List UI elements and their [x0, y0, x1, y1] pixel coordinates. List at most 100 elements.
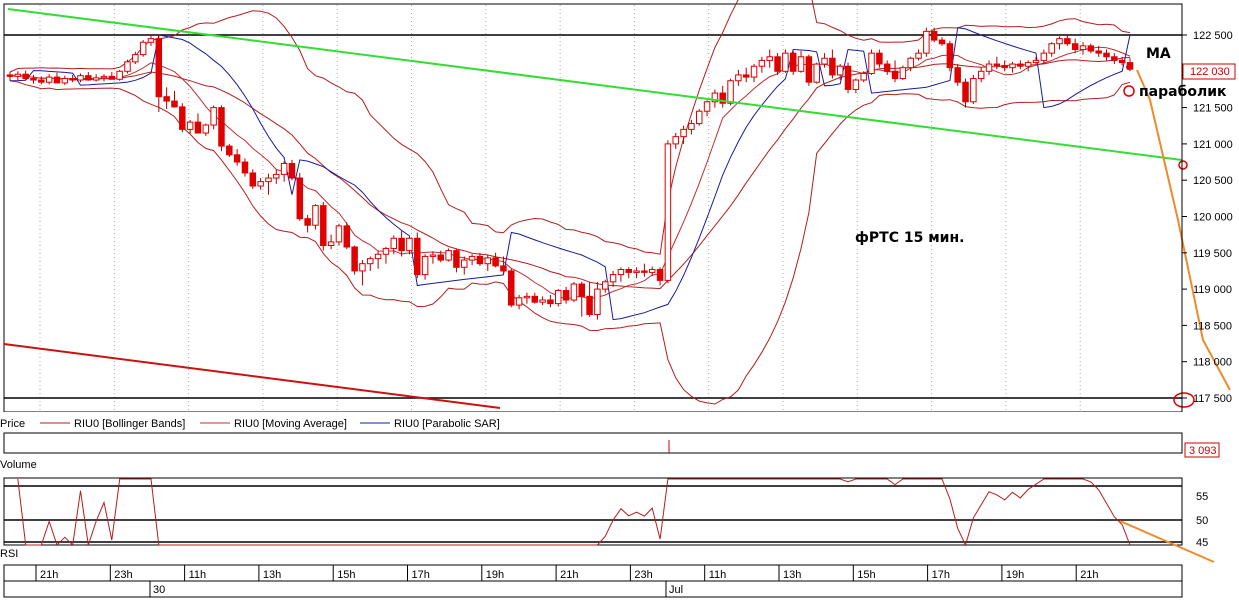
candle-body — [829, 57, 836, 76]
time-tick-label: 17h — [932, 569, 950, 581]
candle-body — [210, 107, 217, 126]
candle-body — [954, 67, 961, 83]
candle — [218, 105, 225, 152]
candle-body — [108, 75, 116, 80]
candle — [789, 50, 797, 75]
candle-body — [61, 78, 69, 84]
candle-body — [38, 79, 45, 83]
candle-body — [735, 74, 742, 82]
candle-body — [578, 283, 585, 297]
candle-body — [273, 173, 280, 179]
candle — [414, 232, 421, 279]
candle-body — [1024, 62, 1032, 67]
candle-body — [821, 57, 828, 65]
candle-body — [852, 79, 860, 90]
candle-body — [672, 136, 679, 145]
candle-body — [930, 30, 938, 41]
volume-value: 3 093 — [1189, 445, 1217, 457]
candle-body — [359, 263, 366, 272]
candle-body — [977, 70, 985, 80]
candle-body — [641, 270, 648, 273]
candle-body — [844, 65, 852, 90]
candle-body — [915, 52, 922, 59]
candle-body — [421, 255, 429, 276]
candle — [774, 53, 781, 75]
time-tick-label: 11h — [189, 569, 207, 581]
candle-body — [625, 268, 632, 273]
ma-label: MA — [1146, 46, 1171, 62]
chart-title: фРТС 15 мин. — [855, 230, 964, 246]
time-tick-label: 21h — [1080, 569, 1098, 581]
candle — [508, 268, 515, 308]
candle — [570, 281, 578, 303]
candle — [664, 140, 672, 284]
candle — [695, 109, 703, 126]
candle — [923, 27, 930, 57]
time-tick-label: 23h — [114, 569, 132, 581]
time-tick-label: 21h — [560, 569, 578, 581]
candle-body — [335, 225, 343, 243]
time-tick-label: 13h — [783, 569, 801, 581]
candle-body — [116, 70, 123, 80]
candle-body — [22, 73, 29, 80]
candle-body — [609, 274, 617, 283]
candle — [116, 69, 123, 81]
candle-body — [1056, 38, 1063, 45]
price-tick-label: 121 500 — [1193, 103, 1233, 115]
candle-body — [265, 177, 272, 183]
candle-body — [515, 297, 523, 306]
current-price-label: 122 030 — [1190, 66, 1230, 78]
candle-body — [594, 288, 601, 316]
candle-body — [194, 121, 202, 134]
candle-body — [69, 78, 76, 81]
candle-body — [1048, 43, 1055, 54]
candle-body — [562, 290, 570, 301]
candle-body — [876, 52, 883, 65]
time-tick-label: 11h — [709, 569, 727, 581]
candle-body — [508, 270, 515, 306]
price-tick-label: 121 000 — [1193, 139, 1233, 151]
legend-price: Price — [0, 418, 25, 430]
rsi-label: RSI — [0, 548, 18, 560]
parabolic-label: параболик — [1139, 84, 1227, 100]
candle — [343, 222, 351, 250]
candle — [813, 62, 820, 84]
candle-body — [805, 56, 813, 83]
candle — [954, 64, 961, 86]
candle — [555, 289, 562, 307]
candle-body — [257, 181, 264, 187]
candle — [124, 59, 131, 74]
candle-body — [45, 76, 53, 83]
rsi-tick-45: 45 — [1196, 537, 1208, 549]
time-tick-label: 15h — [857, 569, 875, 581]
candle-body — [312, 205, 319, 226]
candle-body — [531, 295, 538, 303]
rsi-panel — [3, 477, 1183, 546]
candle — [805, 54, 813, 86]
candle-body — [139, 41, 147, 56]
candle-body — [77, 75, 84, 81]
candle-body — [92, 77, 100, 81]
candle-body — [202, 124, 210, 134]
candle-body — [374, 253, 382, 260]
candle-body — [688, 123, 695, 130]
candle-body — [1118, 59, 1126, 64]
candle-body — [233, 154, 241, 163]
candle-body — [742, 74, 750, 78]
candle-body — [586, 295, 593, 316]
rsi-tick-55: 55 — [1196, 491, 1208, 503]
candle-body — [288, 163, 296, 179]
candle-body — [523, 295, 531, 299]
candle — [899, 65, 907, 81]
candle-body — [680, 128, 687, 138]
candle-body — [617, 268, 625, 276]
candle-body — [476, 255, 484, 265]
candle-body — [186, 121, 194, 130]
candle-body — [633, 270, 640, 273]
candle-body — [398, 237, 405, 252]
candle-body — [868, 52, 875, 74]
candle-body — [304, 218, 311, 226]
candle-body — [218, 107, 225, 147]
candle-body — [938, 39, 946, 45]
candle-body — [555, 290, 562, 305]
